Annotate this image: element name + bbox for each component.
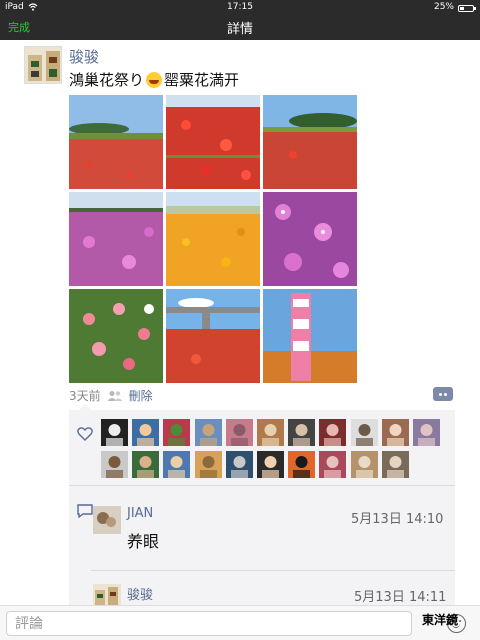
like-avatar[interactable]	[101, 419, 128, 446]
comment-time: 5月13日 14:10	[351, 512, 444, 527]
like-avatar[interactable]	[163, 451, 191, 478]
delete-button[interactable]: 刪除	[129, 387, 153, 404]
people-icon	[107, 390, 123, 401]
like-avatar[interactable]	[132, 419, 160, 446]
post-text: 鴻巢花祭り 罂粟花満开	[69, 69, 239, 90]
photo-6[interactable]	[263, 192, 357, 286]
like-avatar[interactable]	[288, 451, 316, 478]
like-avatar[interactable]	[194, 419, 222, 446]
author-name[interactable]: 骏骏	[69, 46, 99, 67]
heart-icon	[77, 427, 93, 441]
comment-author[interactable]: JIAN	[127, 506, 153, 521]
comment-avatar[interactable]	[93, 506, 121, 534]
photo-3[interactable]	[263, 95, 357, 189]
comment-text: 养眼	[127, 532, 160, 551]
like-avatar[interactable]	[350, 419, 378, 446]
like-avatar[interactable]	[257, 451, 284, 478]
photo-2[interactable]	[166, 95, 260, 189]
comment-bar	[0, 605, 480, 640]
like-avatar[interactable]	[319, 451, 347, 478]
like-avatar[interactable]	[101, 451, 128, 478]
like-avatar[interactable]	[350, 451, 378, 478]
comment-menu-button[interactable]	[433, 387, 453, 401]
comment-input[interactable]	[6, 611, 412, 636]
like-avatar[interactable]	[381, 451, 409, 478]
photo-4[interactable]	[69, 192, 163, 286]
photo-8[interactable]	[166, 289, 260, 383]
post-meta: 3天前 刪除	[69, 387, 153, 404]
like-avatar[interactable]	[319, 419, 347, 446]
status-bar: iPad 17:15 25%	[0, 0, 480, 14]
dot-icon	[439, 392, 442, 396]
comment-icon	[77, 504, 93, 518]
like-avatar[interactable]	[132, 451, 160, 478]
status-time: 17:15	[227, 2, 253, 12]
comment-time: 5月13日 14:11	[354, 590, 447, 605]
like-avatar[interactable]	[257, 419, 284, 446]
battery-icon	[458, 5, 476, 12]
post-text-part2: 罂粟花満开	[164, 71, 240, 89]
dot-icon	[444, 392, 447, 396]
battery-fill	[460, 7, 464, 10]
photo-9[interactable]	[263, 289, 357, 383]
author-avatar[interactable]	[24, 46, 62, 84]
like-avatar[interactable]	[381, 419, 409, 446]
nav-bar: 完成 詳情	[0, 14, 480, 40]
divider	[69, 485, 455, 486]
likes-comments-panel: JIAN 5月13日 14:10 养眼 骏骏 5月13日 14:11	[69, 404, 455, 612]
watermark: 東洋鏡	[422, 613, 459, 627]
like-avatar[interactable]	[413, 419, 440, 446]
photo-7[interactable]	[69, 289, 163, 383]
post-text-part1: 鴻巢花祭り	[69, 71, 145, 89]
like-avatar[interactable]	[163, 419, 191, 446]
like-avatar[interactable]	[225, 419, 253, 446]
like-avatar[interactable]	[194, 451, 222, 478]
grin-emoji-icon	[146, 71, 163, 88]
avatar-image	[25, 47, 61, 83]
page-title: 詳情	[226, 22, 253, 37]
battery-percent: 25%	[433, 2, 454, 12]
post-time: 3天前	[69, 389, 101, 403]
like-avatar[interactable]	[288, 419, 316, 446]
comment-author[interactable]: 骏骏	[127, 584, 153, 603]
photo-1[interactable]	[69, 95, 163, 189]
divider	[91, 570, 455, 571]
photo-5[interactable]	[166, 192, 260, 286]
like-avatar[interactable]	[225, 451, 253, 478]
photo-grid	[69, 95, 357, 383]
status-right: 25%	[433, 0, 476, 14]
